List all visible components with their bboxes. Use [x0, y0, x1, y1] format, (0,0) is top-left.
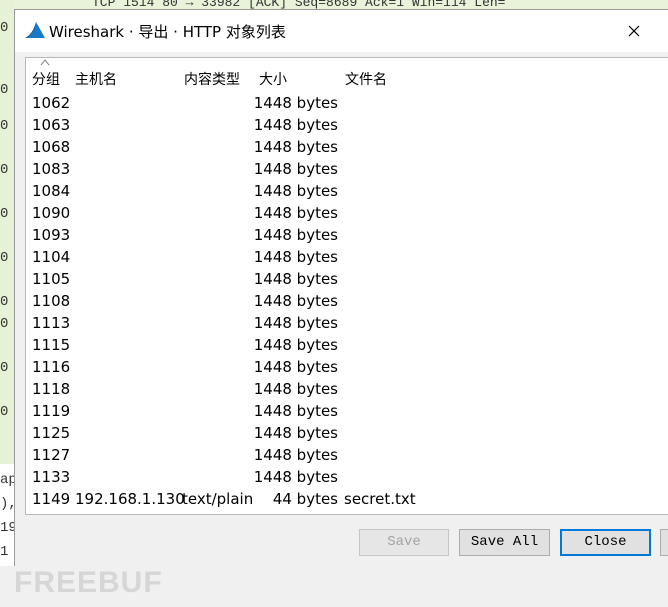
table-row[interactable]: 1119 1448 bytes	[26, 400, 666, 422]
column-header-size[interactable]: 大小	[259, 69, 287, 89]
table-row[interactable]: 1093 1448 bytes	[26, 224, 666, 246]
close-button[interactable]: Close	[560, 529, 651, 556]
table-row[interactable]: 1068 1448 bytes	[26, 136, 666, 158]
table-row[interactable]: 1118 1448 bytes	[26, 378, 666, 400]
size-cell: 1448 bytes	[253, 292, 338, 310]
size-cell: 1448 bytes	[253, 116, 338, 134]
background-left-details: ap), 19 1	[0, 464, 17, 574]
packet-cell: 1104	[32, 248, 71, 266]
table-row[interactable]: 1105 1448 bytes	[26, 268, 666, 290]
table-row[interactable]: 1063 1448 bytes	[26, 114, 666, 136]
background-digit: 0	[0, 404, 9, 420]
packet-cell: 1113	[32, 314, 71, 332]
packet-cell: 1063	[32, 116, 71, 134]
size-cell: 1448 bytes	[253, 182, 338, 200]
size-cell: 1448 bytes	[253, 424, 338, 442]
packet-cell: 1090	[32, 204, 71, 222]
size-cell: 44 bytes	[272, 490, 338, 508]
table-row[interactable]: 1108 1448 bytes	[26, 290, 666, 312]
sort-ascending-icon	[40, 59, 50, 66]
background-digit: 0	[0, 20, 9, 36]
packet-cell: 1133	[32, 468, 71, 486]
export-http-objects-dialog: Wireshark · 导出 · HTTP 对象列表 分组 主机名 内容类型 大…	[14, 9, 668, 566]
background-digit: 0	[0, 206, 9, 222]
title-bar: Wireshark · 导出 · HTTP 对象列表	[15, 10, 668, 52]
table-row[interactable]: 1090 1448 bytes	[26, 202, 666, 224]
packet-cell: 1062	[32, 94, 71, 112]
table-row[interactable]: 1133 1448 bytes	[26, 466, 666, 488]
background-digit: 0	[0, 250, 9, 266]
column-header-filename[interactable]: 文件名	[345, 69, 387, 89]
table-row[interactable]: 1116 1448 bytes	[26, 356, 666, 378]
background-digit: 0	[0, 294, 9, 310]
packet-cell: 1105	[32, 270, 71, 288]
size-cell: 1448 bytes	[253, 226, 338, 244]
table-row[interactable]: 1084 1448 bytes	[26, 180, 666, 202]
table-row[interactable]: 1127 1448 bytes	[26, 444, 666, 466]
close-window-icon[interactable]	[621, 18, 647, 44]
size-cell: 1448 bytes	[253, 204, 338, 222]
packet-cell: 1108	[32, 292, 71, 310]
table-row[interactable]: 1113 1448 bytes	[26, 312, 666, 334]
table-row[interactable]: 1115 1448 bytes	[26, 334, 666, 356]
table-row[interactable]: 1083 1448 bytes	[26, 158, 666, 180]
column-header-hostname[interactable]: 主机名	[75, 69, 117, 89]
background-digit: 0	[0, 162, 9, 178]
size-cell: 1448 bytes	[253, 94, 338, 112]
size-cell: 1448 bytes	[253, 446, 338, 464]
window-title: Wireshark · 导出 · HTTP 对象列表	[49, 23, 286, 41]
save-button[interactable]: Save	[359, 529, 449, 556]
packet-cell: 1068	[32, 138, 71, 156]
save-all-button[interactable]: Save All	[459, 529, 550, 556]
packet-cell: 1118	[32, 380, 71, 398]
http-objects-list[interactable]: 分组 主机名 内容类型 大小 文件名 1062 1448 bytes 1063 144…	[25, 57, 668, 515]
size-cell: 1448 bytes	[253, 138, 338, 156]
table-row[interactable]: 1125 1448 bytes	[26, 422, 666, 444]
size-cell: 1448 bytes	[253, 468, 338, 486]
watermark: FREEBUF	[14, 566, 163, 599]
packet-cell: 1093	[32, 226, 71, 244]
hostname-cell: 192.168.1.130	[75, 490, 185, 508]
packet-cell: 1116	[32, 358, 71, 376]
size-cell: 1448 bytes	[253, 380, 338, 398]
table-row[interactable]: 1104 1448 bytes	[26, 246, 666, 268]
size-cell: 1448 bytes	[253, 160, 338, 178]
table-row[interactable]: 1062 1448 bytes	[26, 92, 666, 114]
size-cell: 1448 bytes	[253, 402, 338, 420]
help-button[interactable]	[660, 529, 668, 556]
size-cell: 1448 bytes	[253, 314, 338, 332]
size-cell: 1448 bytes	[253, 270, 338, 288]
background-digit: 0	[0, 82, 9, 98]
column-header-packet[interactable]: 分组	[32, 69, 60, 89]
background-digit: 0	[0, 118, 9, 134]
packet-cell: 1149	[32, 490, 71, 508]
packet-cell: 1084	[32, 182, 71, 200]
size-cell: 1448 bytes	[253, 248, 338, 266]
content-type-cell: text/plain	[182, 490, 254, 508]
column-header-content-type[interactable]: 内容类型	[184, 69, 240, 89]
background-text-fragment: 1	[0, 544, 9, 560]
filename-cell: secret.txt	[344, 490, 416, 508]
background-digit: 0	[0, 360, 9, 376]
packet-cell: 1127	[32, 446, 71, 464]
wireshark-fin-icon	[25, 22, 45, 38]
size-cell: 1448 bytes	[253, 336, 338, 354]
packet-cell: 1115	[32, 336, 71, 354]
packet-cell: 1119	[32, 402, 71, 420]
table-row[interactable]: 1149 192.168.1.130 text/plain 44 bytes secre…	[26, 488, 666, 510]
size-cell: 1448 bytes	[253, 358, 338, 376]
background-digit: 0	[0, 316, 9, 332]
packet-cell: 1125	[32, 424, 71, 442]
packet-cell: 1083	[32, 160, 71, 178]
